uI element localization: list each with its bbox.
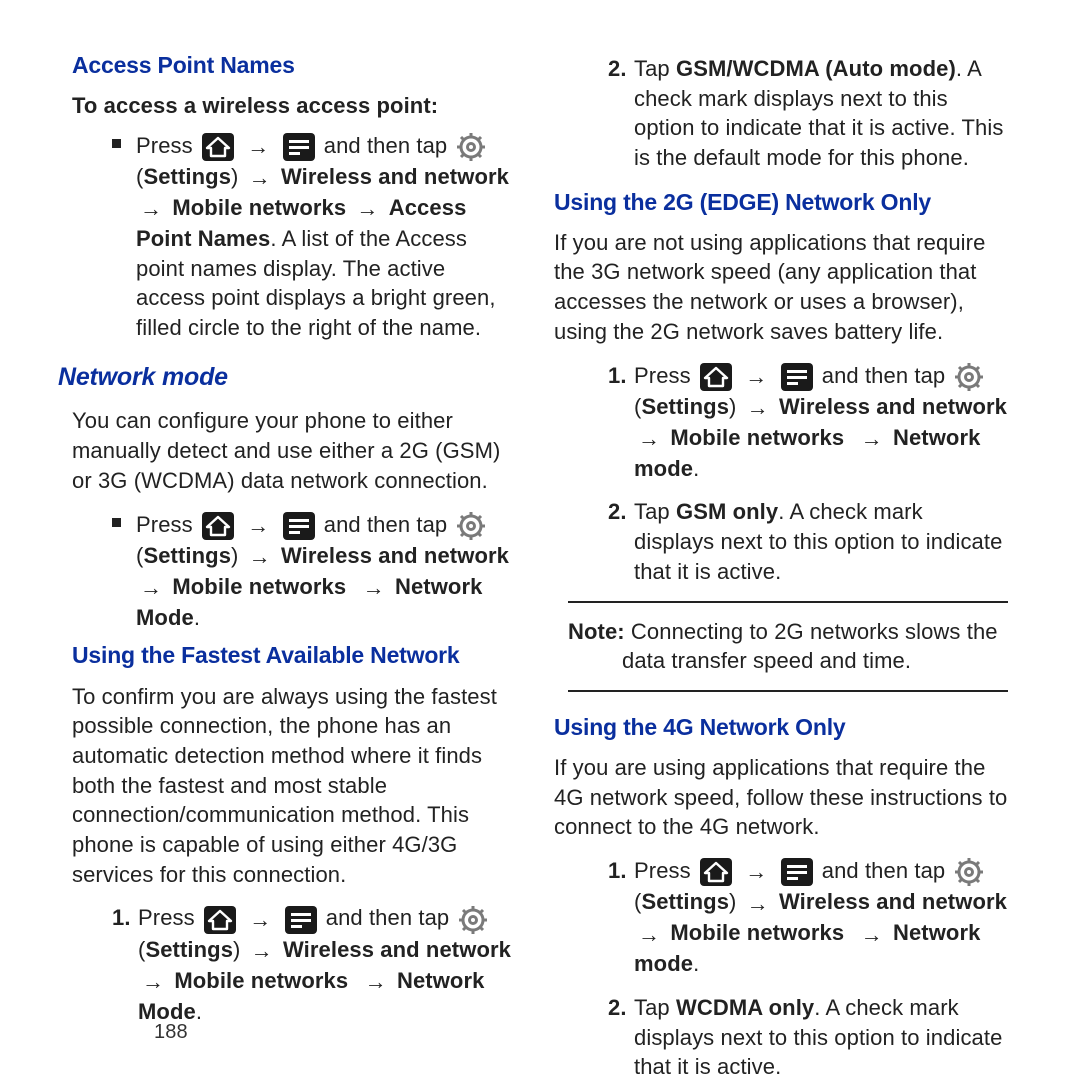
gsm-only-bold: GSM only: [676, 499, 778, 524]
press-label: Press: [634, 858, 691, 883]
arrow-icon: →: [249, 163, 271, 193]
arrow-icon: →: [140, 573, 162, 603]
auto-step-2: Tap GSM/WCDMA (Auto mode). A check mark …: [608, 54, 1008, 173]
and-then-tap: and then tap: [324, 512, 448, 537]
arrow-icon: →: [745, 362, 767, 392]
wireless-network: Wireless and network: [283, 937, 511, 962]
arrow-icon: →: [247, 132, 269, 162]
arrow-icon: →: [142, 967, 164, 997]
and-then-tap: and then tap: [822, 363, 946, 388]
gear-icon: [954, 857, 984, 887]
note-block: Note: Connecting to 2G networks slows th…: [568, 617, 1008, 676]
arrow-icon: →: [251, 936, 273, 966]
settings-label: Settings: [145, 937, 233, 962]
mobile-networks: Mobile networks: [670, 920, 844, 945]
menu-icon: [780, 857, 814, 887]
divider: [568, 690, 1008, 692]
note-text: Connecting to 2G networks slows the data…: [622, 619, 998, 674]
fastest-para: To confirm you are always using the fast…: [72, 682, 512, 890]
and-then-tap: and then tap: [326, 905, 450, 930]
gear-icon: [954, 362, 984, 392]
gear-icon: [456, 132, 486, 162]
apn-steps: Press → and then tap (Settings) → Wirele…: [112, 131, 512, 343]
arrow-icon: →: [861, 920, 883, 950]
wireless-network: Wireless and network: [281, 543, 509, 568]
press-label: Press: [136, 133, 193, 158]
wireless-network: Wireless and network: [281, 164, 509, 189]
and-then-tap: and then tap: [324, 133, 448, 158]
press-label: Press: [634, 363, 691, 388]
arrow-icon: →: [365, 967, 387, 997]
arrow-icon: →: [747, 393, 769, 423]
auto-steps: Tap GSM/WCDMA (Auto mode). A check mark …: [608, 54, 1008, 173]
apn-step: Press → and then tap (Settings) → Wirele…: [112, 131, 512, 343]
settings-label: Settings: [143, 543, 231, 568]
fastest-step-1: Press → and then tap (Settings) → Wirele…: [112, 903, 512, 1026]
auto-mode-bold: GSM/WCDMA (Auto mode): [676, 56, 956, 81]
heading-4g-only: Using the 4G Network Only: [554, 712, 1008, 743]
tap-label: Tap: [634, 499, 676, 524]
mobile-networks: Mobile networks: [670, 425, 844, 450]
g4-step-1: Press → and then tap (Settings) → Wirele…: [608, 856, 1008, 979]
manual-page: Access Point Names To access a wireless …: [0, 0, 1080, 1080]
nm-steps: Press → and then tap (Settings) → Wirele…: [112, 510, 512, 633]
edge-step-1: Press → and then tap (Settings) → Wirele…: [608, 361, 1008, 484]
note-label: Note:: [568, 619, 625, 644]
home-icon: [203, 905, 237, 935]
apn-lead: To access a wireless access point:: [72, 91, 512, 121]
menu-icon: [282, 132, 316, 162]
arrow-icon: →: [356, 194, 378, 224]
nm-step: Press → and then tap (Settings) → Wirele…: [112, 510, 512, 633]
wireless-network: Wireless and network: [779, 889, 1007, 914]
arrow-icon: →: [140, 194, 162, 224]
gear-icon: [456, 511, 486, 541]
and-then-tap: and then tap: [822, 858, 946, 883]
settings-label: Settings: [641, 394, 729, 419]
g4-steps: Press → and then tap (Settings) → Wirele…: [608, 856, 1008, 1082]
arrow-icon: →: [363, 573, 385, 603]
network-mode-para: You can configure your phone to either m…: [72, 406, 512, 495]
tap-label: Tap: [634, 56, 676, 81]
arrow-icon: →: [638, 920, 660, 950]
arrow-icon: →: [745, 857, 767, 887]
g4-para: If you are using applications that requi…: [554, 753, 1008, 842]
menu-icon: [284, 905, 318, 935]
mobile-networks: Mobile networks: [174, 968, 348, 993]
arrow-icon: →: [747, 889, 769, 919]
gear-icon: [458, 905, 488, 935]
arrow-icon: →: [638, 424, 660, 454]
menu-icon: [780, 362, 814, 392]
edge-para: If you are not using applications that r…: [554, 228, 1008, 347]
g4-step-2: Tap WCDMA only. A check mark displays ne…: [608, 993, 1008, 1082]
edge-steps: Press → and then tap (Settings) → Wirele…: [608, 361, 1008, 587]
right-column: Tap GSM/WCDMA (Auto mode). A check mark …: [568, 50, 1008, 1080]
arrow-icon: →: [249, 542, 271, 572]
home-icon: [201, 132, 235, 162]
mobile-networks: Mobile networks: [172, 574, 346, 599]
heading-fastest-network: Using the Fastest Available Network: [72, 640, 512, 671]
arrow-icon: →: [861, 424, 883, 454]
wcdma-only-bold: WCDMA only: [676, 995, 814, 1020]
heading-network-mode: Network mode: [58, 361, 512, 395]
edge-step-2: Tap GSM only. A check mark displays next…: [608, 497, 1008, 586]
settings-label: Settings: [641, 889, 729, 914]
home-icon: [201, 511, 235, 541]
settings-label: Settings: [143, 164, 231, 189]
home-icon: [699, 857, 733, 887]
fastest-steps: Press → and then tap (Settings) → Wirele…: [112, 903, 512, 1026]
arrow-icon: →: [249, 905, 271, 935]
home-icon: [699, 362, 733, 392]
mobile-networks: Mobile networks: [172, 195, 346, 220]
page-number: 188: [154, 1019, 188, 1046]
arrow-icon: →: [247, 511, 269, 541]
press-label: Press: [138, 905, 195, 930]
tap-label: Tap: [634, 995, 676, 1020]
wireless-network: Wireless and network: [779, 394, 1007, 419]
heading-2g-edge: Using the 2G (EDGE) Network Only: [554, 187, 1008, 218]
heading-access-point-names: Access Point Names: [72, 50, 512, 81]
left-column: Access Point Names To access a wireless …: [72, 50, 512, 1080]
menu-icon: [282, 511, 316, 541]
press-label: Press: [136, 512, 193, 537]
divider: [568, 601, 1008, 603]
